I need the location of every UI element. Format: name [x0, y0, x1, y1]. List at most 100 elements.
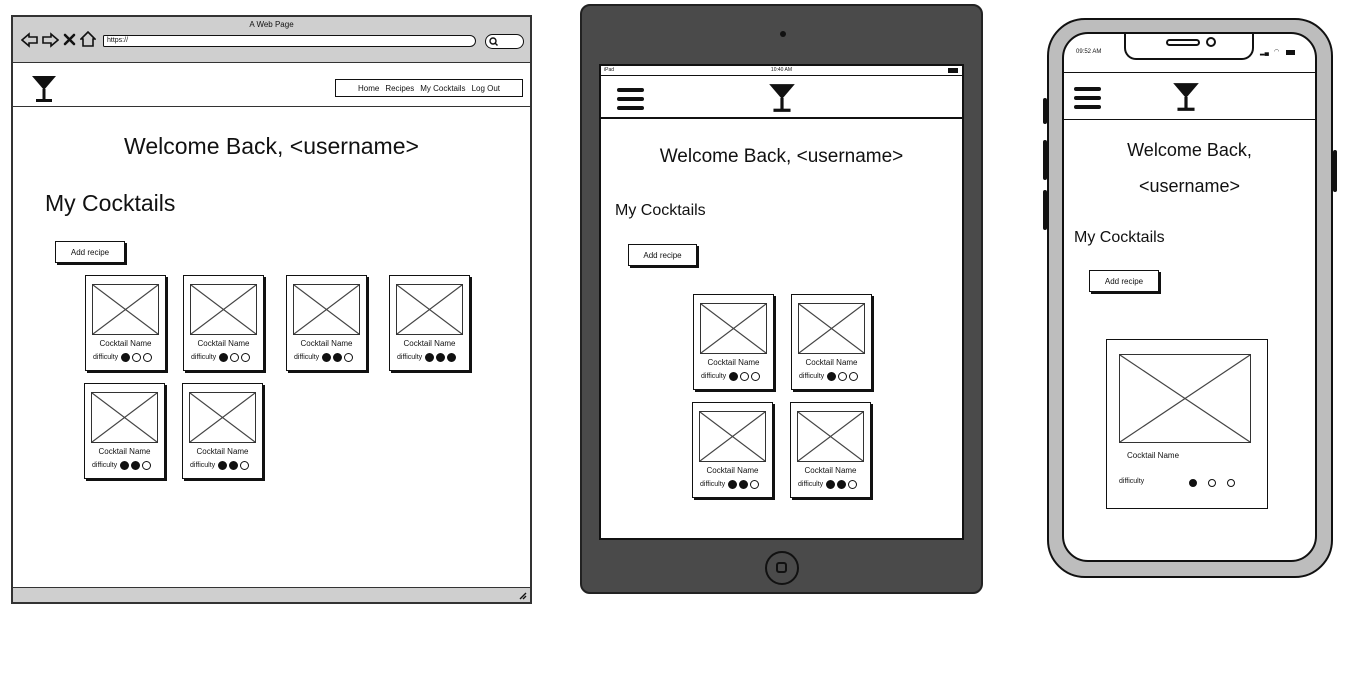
filled-dot-icon	[837, 480, 847, 489]
search-field[interactable]	[485, 34, 524, 49]
difficulty-label: difficulty	[190, 462, 216, 469]
difficulty-row: difficulty	[701, 372, 761, 381]
difficulty-row: difficulty	[799, 372, 859, 381]
cocktail-image-placeholder	[92, 284, 159, 335]
close-icon[interactable]	[63, 33, 76, 46]
cocktail-card[interactable]: Cocktail Name difficulty	[1106, 339, 1268, 509]
cocktail-name: Cocktail Name	[1127, 451, 1180, 460]
phone-header	[1064, 72, 1315, 120]
forward-arrow-icon[interactable]	[41, 32, 59, 48]
signal-icon: ▂▄	[1260, 50, 1269, 56]
difficulty-rating	[729, 372, 761, 381]
hamburger-menu-icon[interactable]	[1074, 87, 1101, 114]
add-recipe-button[interactable]: Add recipe	[1089, 270, 1159, 292]
cocktail-card[interactable]: Cocktail Name difficulty	[84, 383, 165, 479]
hamburger-menu-icon[interactable]	[617, 88, 644, 115]
difficulty-row: difficulty	[700, 480, 760, 489]
cocktail-card[interactable]: Cocktail Name difficulty	[286, 275, 367, 371]
filled-dot-icon	[218, 461, 228, 470]
tablet-screen: iPad 10:40 AM Welcome Back, <username> M…	[599, 64, 964, 540]
cocktail-image-placeholder	[396, 284, 463, 335]
cocktail-card[interactable]: Cocktail Name difficulty	[693, 294, 774, 390]
url-input[interactable]: https://	[103, 35, 476, 47]
battery-icon	[1286, 50, 1295, 55]
cocktail-logo-icon[interactable]	[768, 82, 796, 114]
section-title: My Cocktails	[615, 202, 706, 219]
empty-dot-icon	[241, 353, 251, 362]
empty-dot-icon	[751, 372, 761, 381]
tablet-status-bar: iPad 10:40 AM	[601, 66, 962, 76]
filled-dot-icon	[729, 372, 739, 381]
page-title: Welcome Back, <username>	[124, 133, 419, 159]
cocktail-card[interactable]: Cocktail Name difficulty	[183, 275, 264, 371]
filled-dot-icon	[219, 353, 229, 362]
phone-notch	[1124, 34, 1254, 60]
wifi-icon: ◠	[1274, 49, 1280, 55]
nav-log-out[interactable]: Log Out	[472, 84, 500, 93]
difficulty-label: difficulty	[1119, 478, 1145, 485]
difficulty-rating	[121, 353, 153, 362]
nav-my-cocktails[interactable]: My Cocktails	[420, 84, 465, 93]
difficulty-row: difficulty	[93, 353, 153, 362]
page-title-line-2: <username>	[1138, 176, 1241, 196]
filled-dot-icon	[827, 372, 837, 381]
empty-dot-icon	[240, 461, 250, 470]
difficulty-label: difficulty	[397, 354, 423, 361]
cocktail-image-placeholder	[700, 303, 767, 354]
search-icon	[489, 37, 498, 46]
empty-dot-icon	[344, 353, 354, 362]
cocktail-name: Cocktail Name	[99, 339, 152, 348]
browser-title: A Web Page	[249, 20, 294, 29]
difficulty-label: difficulty	[701, 373, 727, 380]
tablet-camera	[780, 31, 786, 37]
home-icon[interactable]	[80, 31, 96, 47]
nav-home[interactable]: Home	[358, 84, 379, 93]
difficulty-row: difficulty	[190, 461, 250, 470]
desktop-nav: Home Recipes My Cocktails Log Out	[335, 79, 523, 97]
cocktail-name: Cocktail Name	[98, 447, 151, 456]
cocktail-image-placeholder	[797, 411, 864, 462]
battery-icon	[948, 68, 958, 73]
cocktail-card[interactable]: Cocktail Name difficulty	[182, 383, 263, 479]
cocktail-logo-icon[interactable]	[1172, 81, 1200, 113]
difficulty-label: difficulty	[799, 373, 825, 380]
add-recipe-button[interactable]: Add recipe	[628, 244, 697, 266]
difficulty-label: difficulty	[798, 481, 824, 488]
empty-dot-icon	[132, 353, 142, 362]
difficulty-label: difficulty	[294, 354, 320, 361]
filled-dot-icon	[447, 353, 457, 362]
page-title: Welcome Back, <username>	[659, 146, 904, 167]
phone-screen: 09:52 AM ▂▄ ◠ Welcome Back, <username> M…	[1062, 32, 1317, 562]
cocktail-logo-icon[interactable]	[31, 74, 57, 104]
cocktail-name: Cocktail Name	[196, 447, 249, 456]
empty-dot-icon	[1208, 479, 1216, 487]
cocktail-image-placeholder	[293, 284, 360, 335]
cocktail-card[interactable]: Cocktail Name difficulty	[389, 275, 470, 371]
empty-dot-icon	[1227, 479, 1235, 487]
difficulty-label: difficulty	[700, 481, 726, 488]
resize-handle-icon[interactable]	[517, 590, 527, 600]
difficulty-rating	[728, 480, 760, 489]
difficulty-row: difficulty	[397, 353, 457, 362]
nav-recipes[interactable]: Recipes	[385, 84, 414, 93]
cocktail-image-placeholder	[699, 411, 766, 462]
cocktail-card[interactable]: Cocktail Name difficulty	[85, 275, 166, 371]
back-arrow-icon[interactable]	[21, 32, 39, 48]
cocktail-card[interactable]: Cocktail Name difficulty	[790, 402, 871, 498]
difficulty-label: difficulty	[191, 354, 217, 361]
phone-time: 09:52 AM	[1076, 49, 1102, 55]
section-title: My Cocktails	[1074, 229, 1165, 246]
phone-volume-down	[1043, 190, 1047, 230]
empty-dot-icon	[838, 372, 848, 381]
browser-toolbar: A Web Page https://	[13, 17, 530, 63]
cocktail-name: Cocktail Name	[707, 358, 760, 367]
difficulty-label: difficulty	[93, 354, 119, 361]
filled-dot-icon	[1189, 479, 1197, 487]
site-header: Home Recipes My Cocktails Log Out	[13, 65, 530, 107]
phone-power-button	[1333, 150, 1337, 192]
add-recipe-button[interactable]: Add recipe	[55, 241, 125, 263]
cocktail-card[interactable]: Cocktail Name difficulty	[791, 294, 872, 390]
filled-dot-icon	[425, 353, 435, 362]
cocktail-card[interactable]: Cocktail Name difficulty	[692, 402, 773, 498]
tablet-home-button[interactable]	[765, 551, 799, 585]
